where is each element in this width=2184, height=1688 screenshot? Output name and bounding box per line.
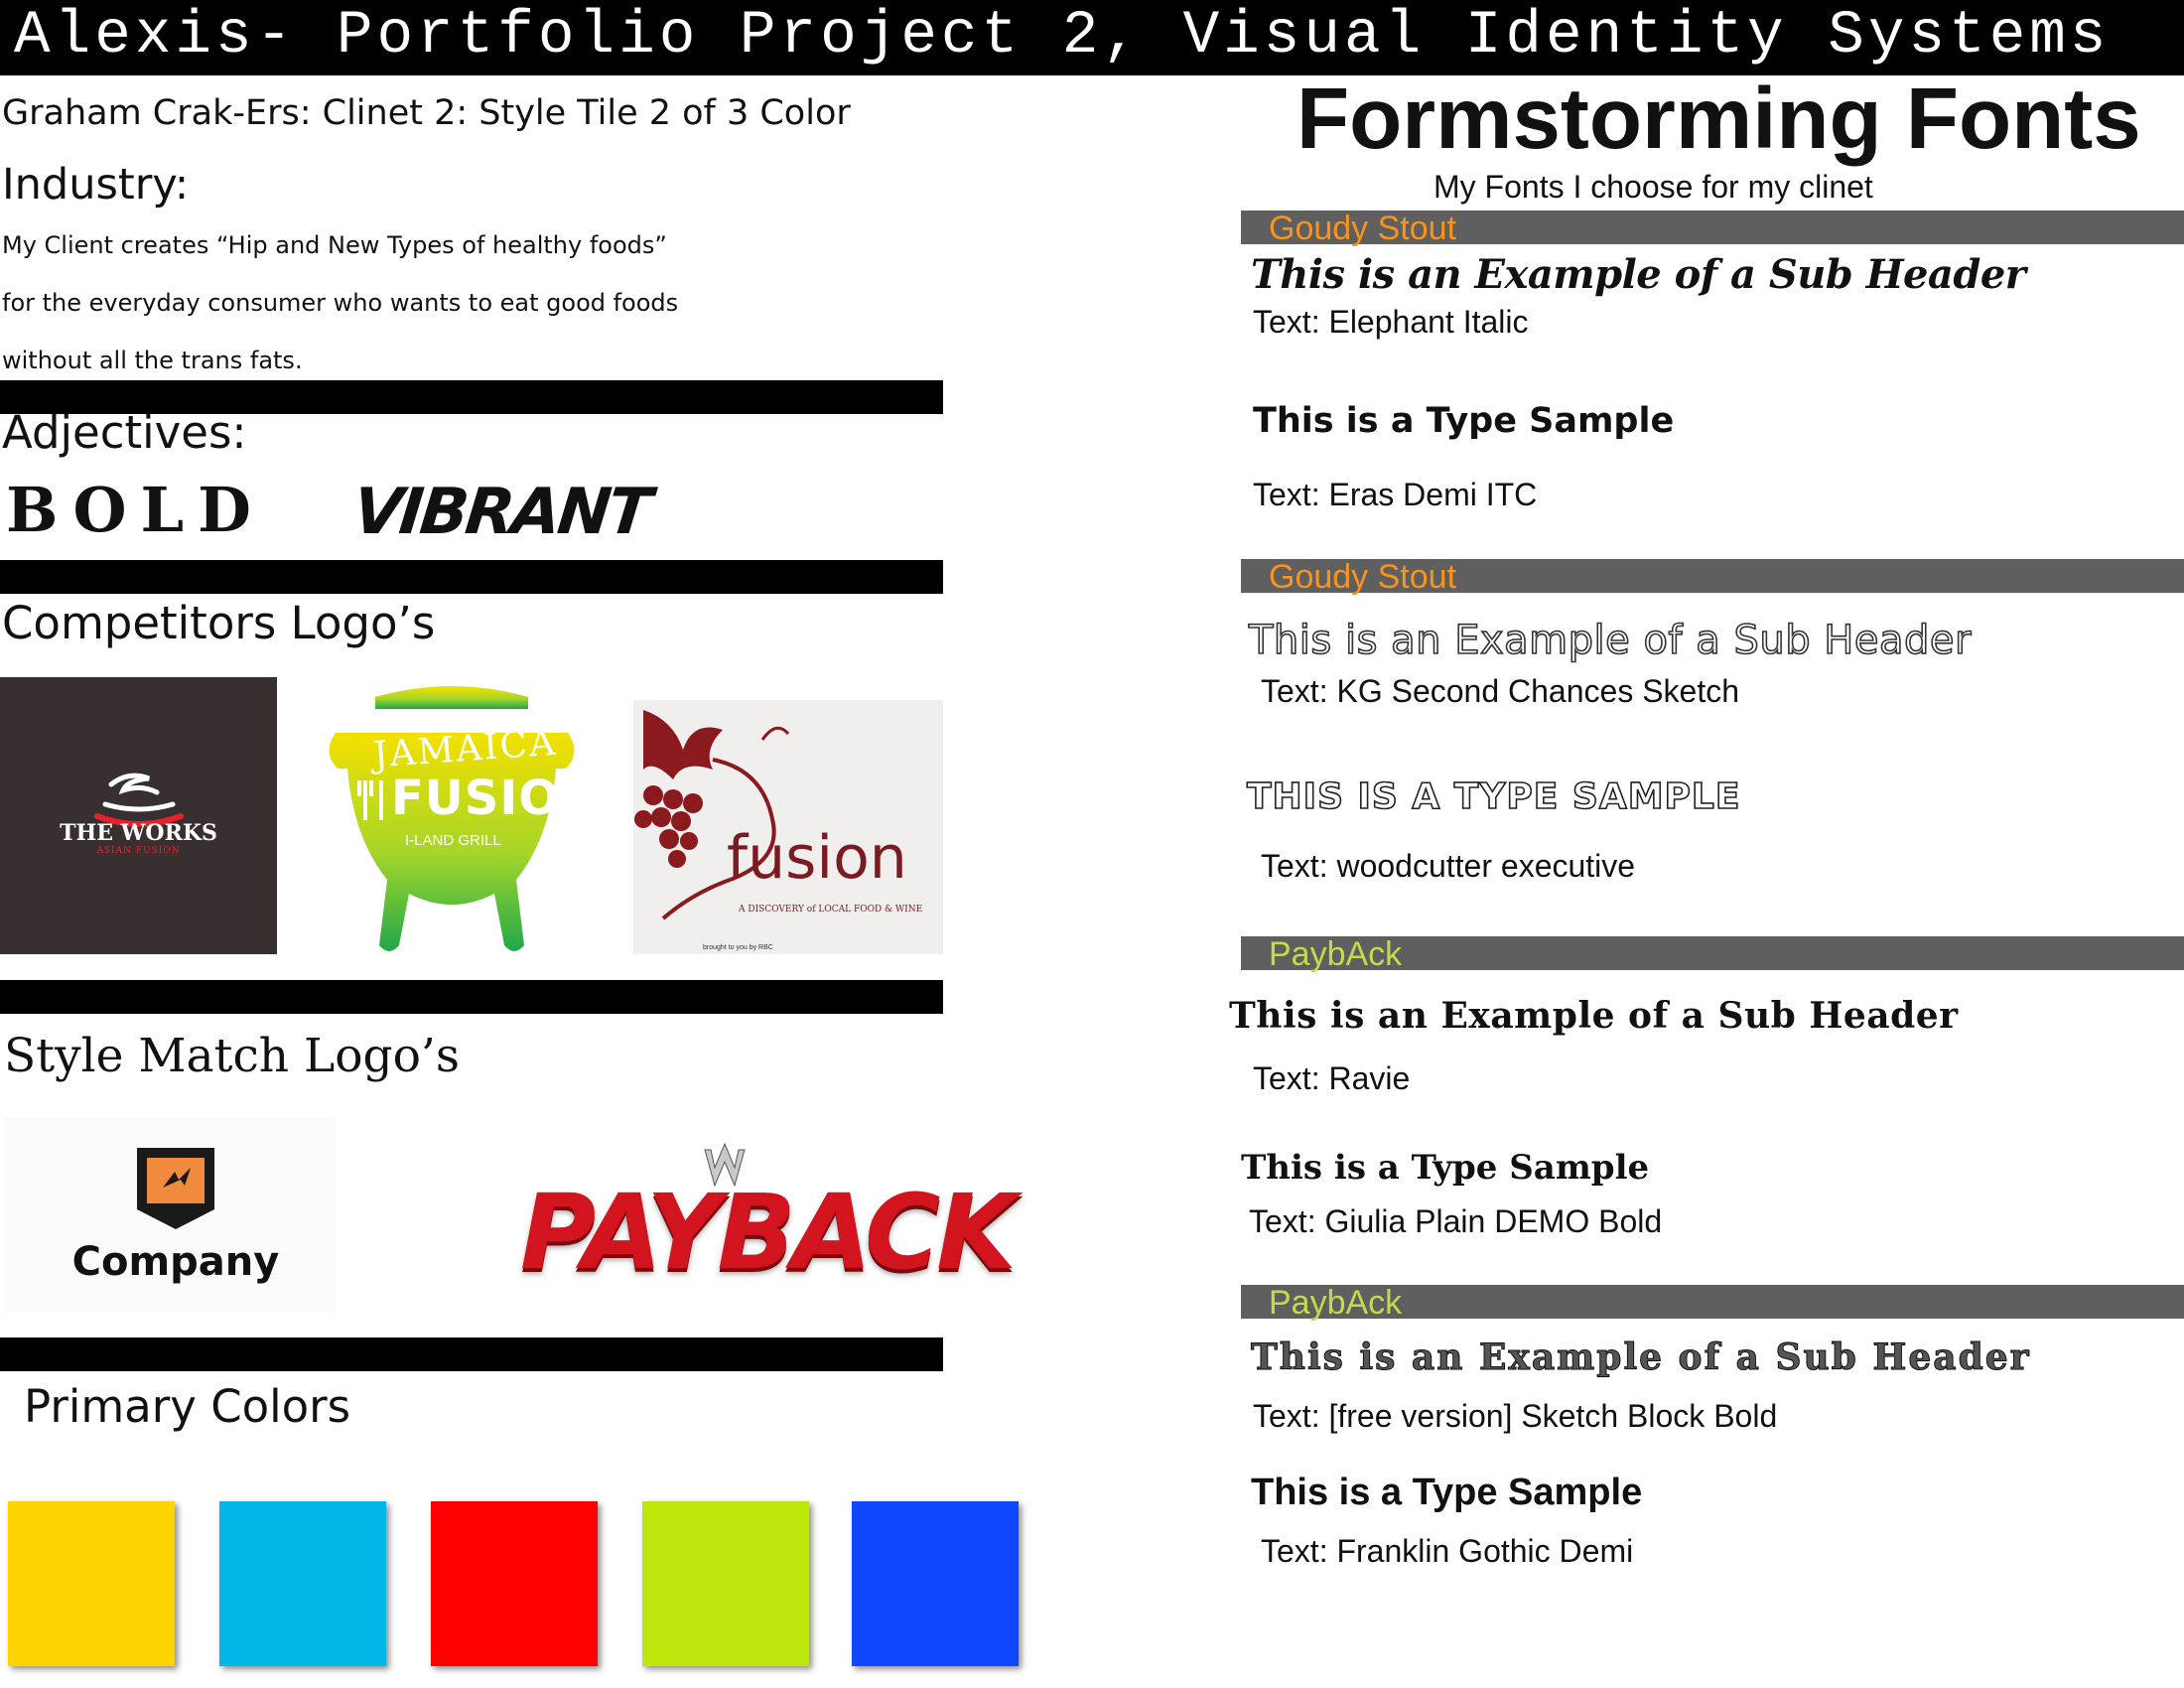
font-name-label: Text: Ravie <box>1253 1060 1411 1096</box>
color-swatch-yellow <box>8 1501 175 1666</box>
bar-label: Goudy Stout <box>1269 558 1457 596</box>
font-section-bar: Goudy Stout <box>1241 558 2184 596</box>
color-swatch-cyan <box>219 1501 386 1666</box>
sub-header-sample: This is an Example of a Sub Header <box>1251 251 2026 298</box>
font-section-bar: PaybAck <box>1241 935 2184 973</box>
type-sample: THIS IS A TYPE SAMPLE <box>1246 775 1741 818</box>
section-divider <box>0 980 943 1014</box>
bar-label: PaybAck <box>1269 1284 1403 1322</box>
adjectives-heading: Adjectives: <box>2 406 247 459</box>
color-swatch-lime <box>642 1501 809 1666</box>
font-name-label: Text: [free version] Sketch Block Bold <box>1253 1398 1778 1434</box>
industry-line: for the everyday consumer who wants to e… <box>2 289 679 317</box>
client-subtitle: Graham Crak-Ers: Clinet 2: Style Tile 2 … <box>2 93 851 133</box>
the-works-tagline: ASIAN FUSION <box>96 846 181 856</box>
bowl-icon <box>94 773 184 827</box>
font-name-label: Text: Eras Demi ITC <box>1253 477 1538 512</box>
color-swatch-red <box>431 1501 598 1666</box>
industry-line: without all the trans fats. <box>2 347 303 374</box>
sub-header-sample: This is an Example of a Sub Header <box>1248 617 1972 664</box>
sub-header-sample: This is an Example of a Sub Header <box>1229 995 1959 1037</box>
type-sample: This is a Type Sample <box>1253 401 1675 441</box>
section-divider <box>0 560 943 594</box>
primary-colors-heading: Primary Colors <box>24 1380 351 1433</box>
style-match-heading: Style Match Logo’s <box>4 1029 460 1083</box>
competitors-heading: Competitors Logo’s <box>2 597 436 649</box>
font-name-label: Text: woodcutter executive <box>1261 848 1636 884</box>
formstorming-fonts-subheading: My Fonts I choose for my clinet <box>1433 169 1873 205</box>
the-works-wordmark: THE WORKS <box>60 820 217 846</box>
fusion-wordmark: FUSION <box>391 771 602 826</box>
font-name-label: Text: Elephant Italic <box>1253 304 1529 340</box>
sub-header-sample: This is an Example of a Sub Header <box>1251 1336 2031 1379</box>
font-section-bar: Goudy Stout <box>1241 210 2184 247</box>
adjective-bold: BOLD <box>6 474 265 546</box>
competitor-logo-fusion: fusion A DISCOVERY of LOCAL FOOD & WINE … <box>633 700 943 954</box>
style-logo-payback: PAYBACK <box>516 1142 1017 1293</box>
competitor-logo-the-works: THE WORKS ASIAN FUSION <box>0 677 277 954</box>
font-name-label: Text: KG Second Chances Sketch <box>1261 673 1740 709</box>
font-section-bar: PaybAck <box>1241 1284 2184 1322</box>
color-swatch-blue <box>852 1501 1019 1666</box>
fusion-tagline: A DISCOVERY of LOCAL FOOD & WINE <box>739 905 923 914</box>
section-divider <box>0 1337 943 1371</box>
bar-label: Goudy Stout <box>1269 210 1457 247</box>
adjective-vibrant: VIBRANT <box>349 476 653 549</box>
payback-wordmark: PAYBACK <box>520 1172 1017 1293</box>
style-logo-company: Company <box>4 1118 336 1313</box>
font-name-label: Text: Franklin Gothic Demi <box>1261 1533 1634 1569</box>
fusion-wordmark: fusion <box>727 823 907 893</box>
type-sample: This is a Type Sample <box>1251 1472 1643 1513</box>
jamaica-tagline: I-LAND GRILL <box>405 832 501 849</box>
competitor-logo-jamaica-fusion: JAMAICA FUSION I-LAND GRILL <box>316 677 600 957</box>
industry-heading: Industry: <box>2 160 190 210</box>
page-title: Alexis- Portfolio Project 2, Visual Iden… <box>14 2 2111 70</box>
company-wordmark: Company <box>71 1239 280 1285</box>
bar-label: PaybAck <box>1269 935 1403 973</box>
type-sample: This is a Type Sample <box>1241 1148 1650 1188</box>
formstorming-fonts-heading: Formstorming Fonts <box>1297 70 2141 167</box>
industry-line: My Client creates “Hip and New Types of … <box>2 231 667 259</box>
font-name-label: Text: Giulia Plain DEMO Bold <box>1249 1203 1663 1239</box>
fusion-credit: brought to you by RBC <box>703 944 773 951</box>
